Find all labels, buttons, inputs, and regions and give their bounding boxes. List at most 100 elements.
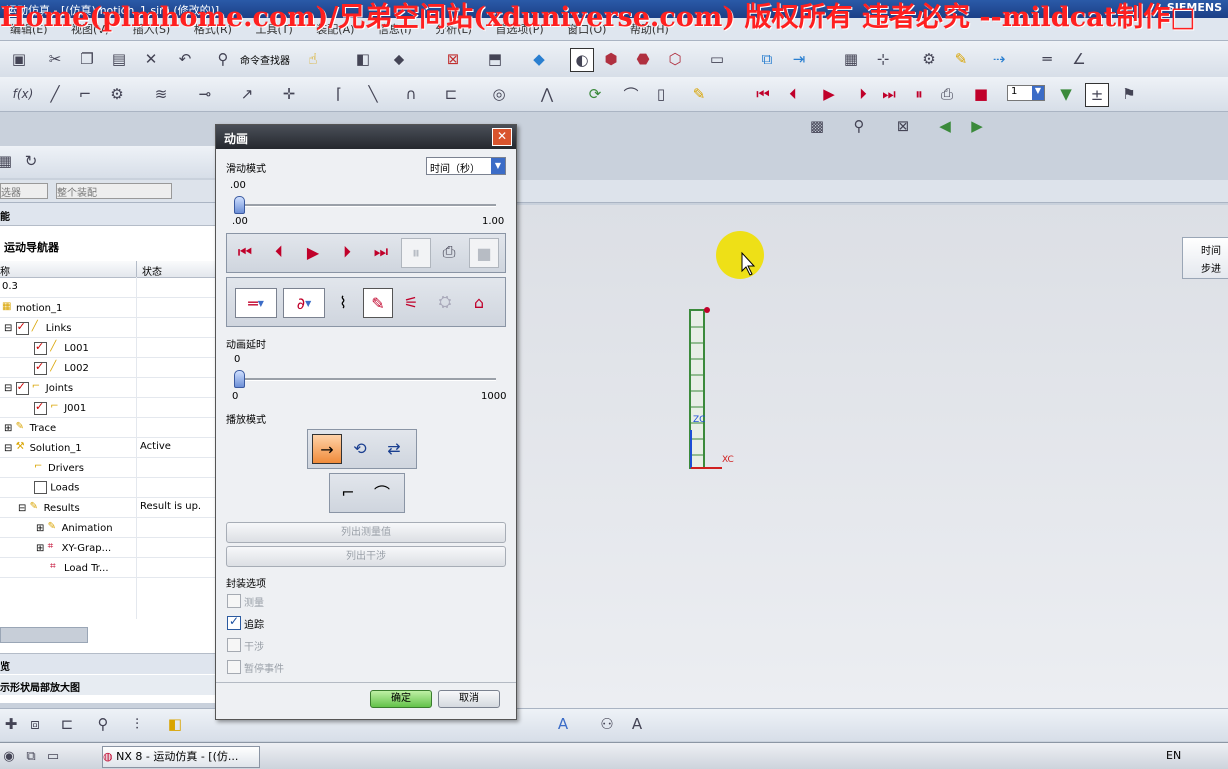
orient-icon[interactable]: ⬒	[484, 48, 506, 70]
rotate-icon[interactable]: ↻	[20, 150, 42, 172]
play-button[interactable]: ▶	[299, 238, 327, 266]
back-arrow-icon[interactable]: ◀	[934, 115, 956, 137]
arrange-icon[interactable]: ⫶	[126, 713, 148, 735]
trace-checkbox[interactable]	[227, 614, 241, 630]
shaded-icon[interactable]: ◐	[570, 48, 594, 72]
start-icon[interactable]: ◉	[0, 745, 20, 767]
desktop-icon[interactable]: ▭	[42, 745, 64, 767]
taskbar-nx-window[interactable]: ◍ NX 8 - 运动仿真 - [(仿...	[102, 746, 260, 768]
assembly-pose-icon[interactable]: ⌒	[368, 478, 396, 506]
text-icon[interactable]: A	[552, 713, 574, 735]
trace-toggle-icon[interactable]: ✎	[363, 288, 393, 318]
l001-checkbox[interactable]	[34, 340, 47, 355]
angle-icon[interactable]: ∠	[1068, 48, 1090, 70]
tree-row-load-transfer[interactable]: ⌗ Load Tr...	[0, 557, 216, 578]
snap-icon[interactable]: ⊹	[872, 48, 894, 70]
body-icon[interactable]: ◧	[164, 713, 186, 735]
column-name[interactable]: 称	[0, 263, 10, 278]
rewind-button[interactable]: ⏮	[231, 238, 259, 266]
graph-icon[interactable]: ▯	[650, 83, 672, 105]
step-back-button[interactable]: ⏴	[265, 238, 293, 266]
trace-tool-select[interactable]: ∂ ▼	[283, 288, 325, 318]
export-icon[interactable]: ⎙	[936, 83, 958, 105]
grid-small-icon[interactable]: ▦	[0, 150, 16, 172]
packaging-icon[interactable]: ⌒	[620, 83, 642, 105]
down-arrow-icon[interactable]: ▼	[1055, 83, 1077, 105]
pause-icon[interactable]: ⏸	[908, 83, 930, 105]
stop-button[interactable]: ■	[469, 238, 499, 268]
grid-icon[interactable]: ▦	[840, 48, 862, 70]
network-icon[interactable]: ⧉	[20, 745, 42, 767]
force-icon[interactable]: ↗	[236, 83, 258, 105]
tree-row-version[interactable]: 0.3	[0, 277, 216, 298]
reverse-loop-icon[interactable]: ⇄	[380, 434, 408, 462]
ruler-icon[interactable]: ═	[1036, 48, 1058, 70]
section-icon[interactable]: ⬣	[632, 48, 654, 70]
tree-row-l001[interactable]: ╱L001	[0, 337, 216, 358]
link-icon[interactable]: ╱	[44, 83, 66, 105]
shape-icon[interactable]: ◧	[352, 48, 374, 70]
tree-row-animation[interactable]: ⊞ ✎ Animation	[0, 517, 216, 538]
tree-row-drivers[interactable]: ⌐ Drivers	[0, 457, 216, 478]
step-forward-icon[interactable]: ⏵	[852, 83, 874, 105]
step-value-select[interactable]: 1 ▼	[1007, 85, 1045, 101]
coupler-icon[interactable]: ∩	[400, 83, 422, 105]
play-once-icon[interactable]: →	[312, 434, 342, 464]
damper-icon[interactable]: ⊸	[194, 83, 216, 105]
step-forward-button[interactable]: ⏵	[333, 238, 361, 266]
clip-icon[interactable]: ⬡	[664, 48, 686, 70]
language-indicator[interactable]: EN	[1166, 749, 1181, 762]
menu-edit[interactable]: 编辑(E)	[0, 18, 58, 40]
export-animation-button[interactable]: ⎙	[435, 238, 463, 266]
j001-checkbox[interactable]	[34, 400, 47, 415]
measure-tool-select[interactable]: ═ ▼	[235, 288, 277, 318]
forward-arrow-icon[interactable]: ▶	[966, 115, 988, 137]
links-checkbox[interactable]	[15, 320, 29, 335]
design-pose-icon[interactable]: ⌐	[334, 478, 362, 506]
menu-tools[interactable]: 工具(T)	[245, 18, 302, 40]
loads-checkbox[interactable]	[34, 481, 47, 494]
function-icon[interactable]: f(x)	[12, 83, 34, 105]
cube-view-icon[interactable]: ◆	[528, 48, 550, 70]
gear-icon[interactable]: ⚙	[106, 83, 128, 105]
annotation-icon[interactable]: A	[626, 713, 648, 735]
loop-icon[interactable]: ⟲	[346, 434, 374, 462]
constraint-icon[interactable]: ⊏	[440, 83, 462, 105]
time-slider-thumb[interactable]	[234, 196, 245, 214]
delay-slider-track[interactable]	[234, 378, 496, 381]
slide-mode-select[interactable]: 时间（秒） ▼	[426, 157, 506, 175]
tree-row-results[interactable]: ⊟ ✎ Results Result is up.	[0, 497, 216, 518]
menu-help[interactable]: 帮助(H)	[620, 18, 679, 40]
joint-icon[interactable]: ⌐	[74, 83, 96, 105]
tree-row-motion[interactable]: ▦ motion_1	[0, 297, 216, 318]
pause-button[interactable]: ⏸	[401, 238, 431, 268]
design-position-icon[interactable]: ⌂	[465, 288, 493, 316]
filter-select[interactable]: 选器	[0, 183, 48, 199]
person-icon[interactable]: ⚇	[596, 713, 618, 735]
time-slider-track[interactable]	[234, 204, 496, 207]
box-icon[interactable]: ⊠	[892, 115, 914, 137]
measure-icon[interactable]: ⚙	[918, 48, 940, 70]
solve-icon[interactable]: ⟳	[584, 83, 606, 105]
fast-forward-button[interactable]: ⏭	[367, 238, 395, 266]
menu-insert[interactable]: 插入(S)	[123, 18, 181, 40]
tile-icon[interactable]: ▩	[806, 115, 828, 137]
cancel-button[interactable]: 取消	[438, 690, 500, 708]
tree-row-joints[interactable]: ⊟ ⌐Joints	[0, 377, 216, 398]
binoculars-icon[interactable]: ⚲	[212, 48, 234, 70]
menu-info[interactable]: 信息(I)	[368, 18, 422, 40]
checkered-flag-icon[interactable]: ⚑	[1118, 83, 1140, 105]
wizard-icon[interactable]: ✎	[950, 48, 972, 70]
menu-window[interactable]: 窗口(O)	[557, 18, 616, 40]
cut-icon[interactable]: ✂	[44, 48, 66, 70]
assembly-select[interactable]: 整个装配	[56, 183, 172, 199]
list-measures-button[interactable]: 列出测量值	[226, 522, 506, 543]
joints-checkbox[interactable]	[15, 380, 29, 395]
animation-wizard-icon[interactable]: ✎	[688, 83, 710, 105]
tree-row-trace[interactable]: ⊞ ✎ Trace	[0, 417, 216, 438]
dialog-titlebar[interactable]: 动画 ✕	[216, 125, 516, 149]
assembly-icon[interactable]: ✚	[0, 713, 22, 735]
capture-icon[interactable]: ⛭	[431, 288, 459, 316]
tree-row-l002[interactable]: ╱L002	[0, 357, 216, 378]
mate-icon[interactable]: ⚲	[92, 713, 114, 735]
